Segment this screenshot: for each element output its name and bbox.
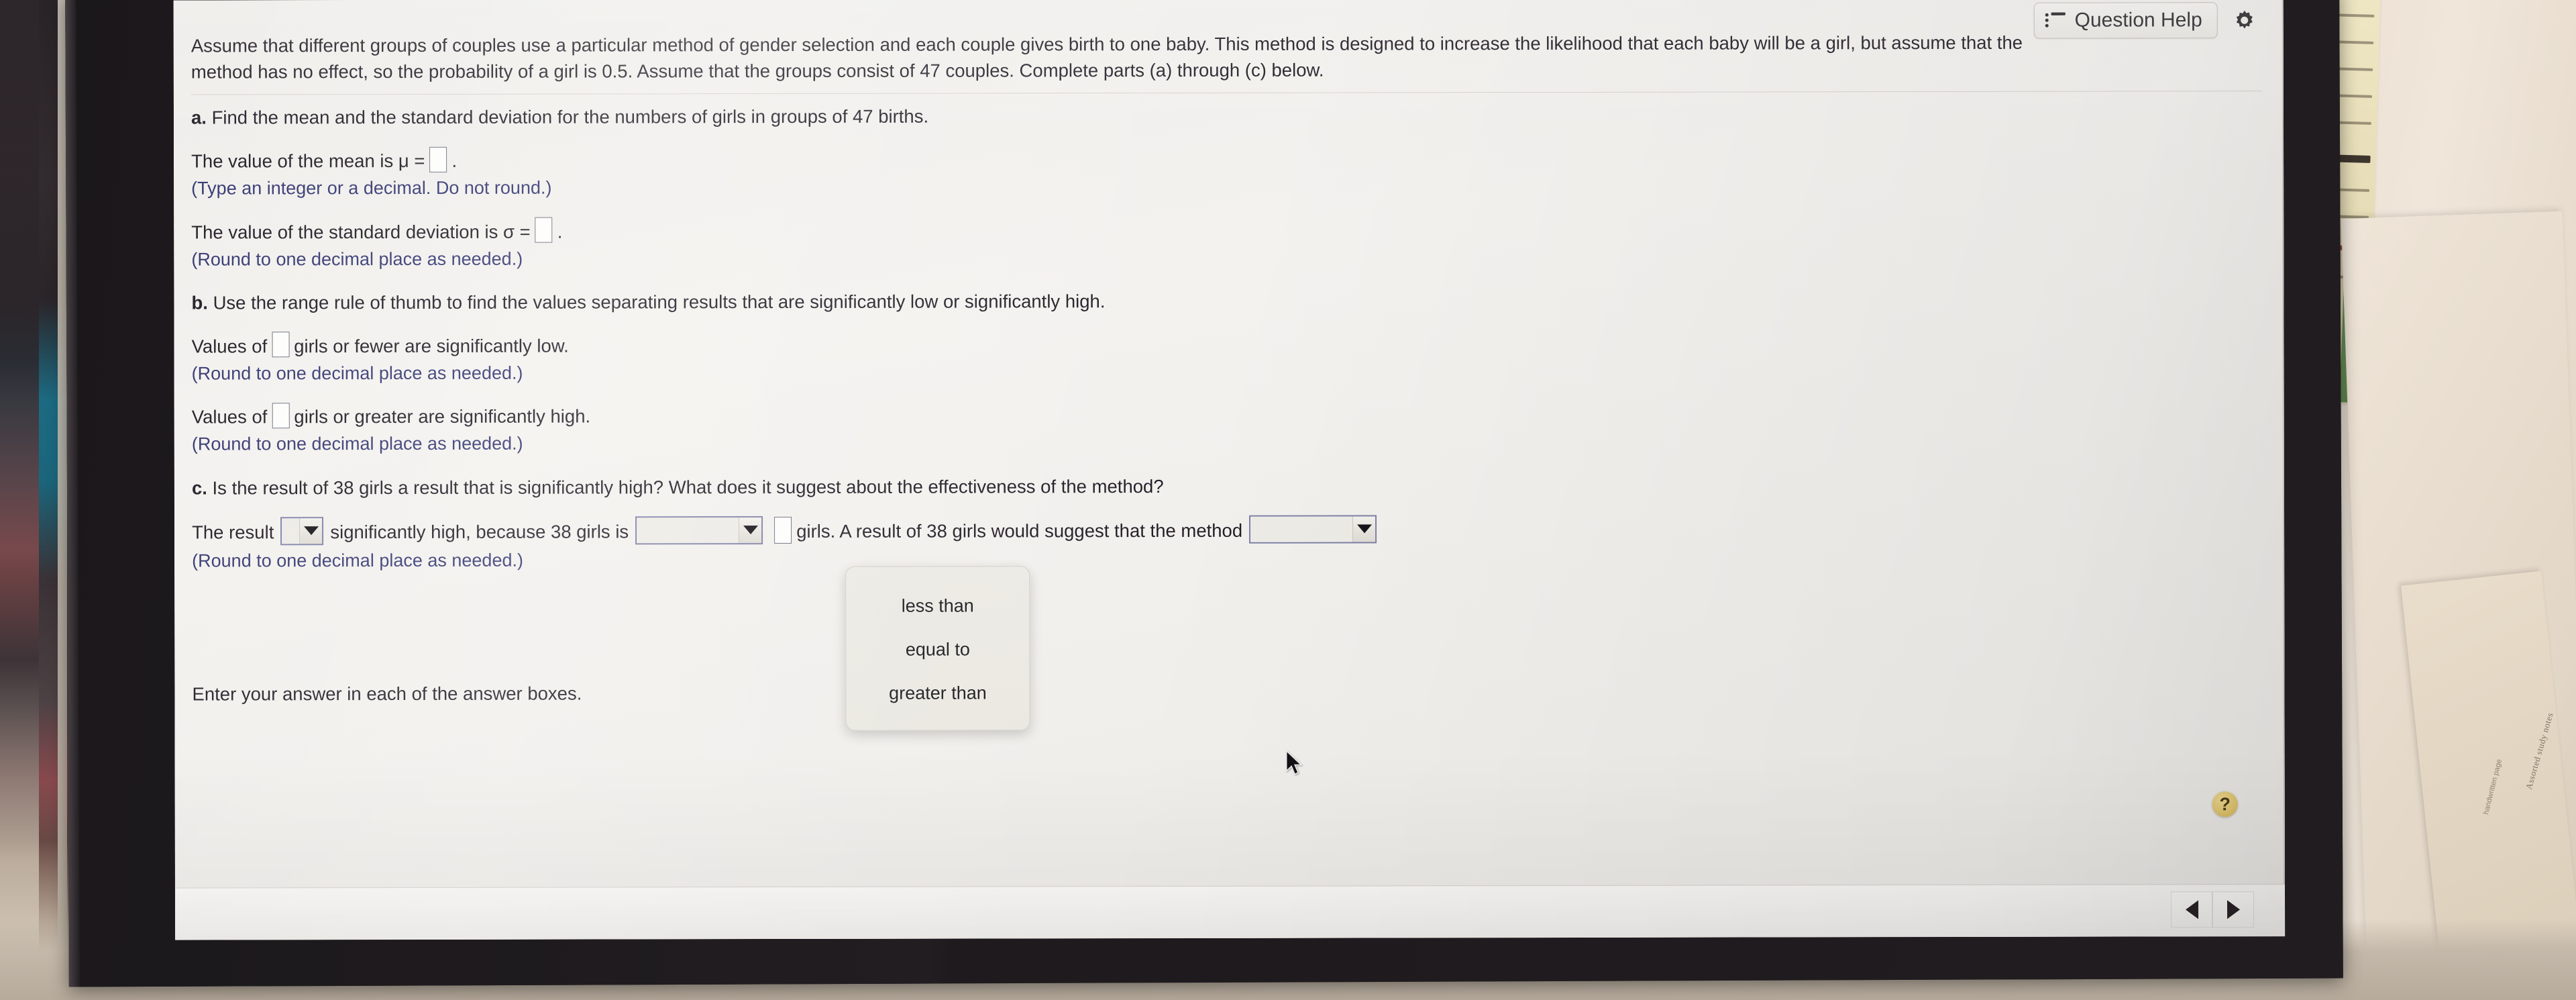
- sd-hint: (Round to one decimal place as needed.): [191, 248, 523, 270]
- part-b-marker: b.: [191, 292, 208, 313]
- mean-input[interactable]: [429, 146, 447, 172]
- question-help-button[interactable]: Question Help: [2033, 2, 2218, 39]
- result-tail-label: girls. A result of 38 girls would sugges…: [796, 520, 1243, 542]
- courseware-app: Question Help Assume that different grou…: [173, 0, 2286, 940]
- part-c-hint: (Round to one decimal place as needed.): [192, 550, 523, 571]
- chevron-down-icon: [1352, 516, 1376, 542]
- is-significant-select-value: [282, 518, 300, 544]
- effectiveness-select-value: [1250, 516, 1353, 542]
- help-badge[interactable]: ?: [2212, 791, 2238, 817]
- right-arrow-icon: [2226, 900, 2240, 919]
- question-body: Assume that different groups of couples …: [191, 29, 2263, 707]
- result-mid-label: significantly high, because 38 girls is: [330, 521, 629, 543]
- part-a-prompt: a. Find the mean and the standard deviat…: [191, 101, 2262, 130]
- mouse-cursor: [1285, 749, 1305, 782]
- question-help-label: Question Help: [2074, 9, 2202, 32]
- photo-scene: Assorted study notes handwritten page Qu…: [0, 0, 2576, 1000]
- low-cutoff-input[interactable]: [272, 332, 290, 358]
- high-suffix-label: girls or greater are significantly high.: [294, 405, 591, 428]
- part-b-high-block: Values of girls or greater are significa…: [192, 400, 2263, 457]
- laptop-bezel: Question Help Assume that different grou…: [65, 0, 2343, 987]
- part-a-marker: a.: [191, 107, 207, 128]
- question-nav-group: [2171, 891, 2255, 928]
- mean-suffix-label: .: [451, 150, 458, 172]
- part-c-answer-line: The result significantly high, because 3…: [192, 515, 2263, 546]
- part-a-text: Find the mean and the standard deviation…: [211, 105, 929, 128]
- laptop-screen: Question Help Assume that different grou…: [173, 0, 2286, 940]
- mean-prefix-label: The value of the mean is μ =: [191, 150, 425, 172]
- high-cutoff-input[interactable]: [272, 403, 290, 429]
- low-suffix-label: girls or fewer are significantly low.: [294, 335, 569, 357]
- part-b-prompt: b. Use the range rule of thumb to find t…: [191, 286, 2262, 315]
- part-b-low-line: Values of girls or fewer are significant…: [192, 330, 2263, 359]
- low-prefix-label: Values of: [191, 336, 268, 357]
- gear-icon[interactable]: [2231, 7, 2258, 34]
- part-a-sd-block: The value of the standard deviation is σ…: [191, 215, 2262, 272]
- footer-toolbar: [174, 884, 2286, 940]
- part-b-high-line: Values of girls or greater are significa…: [192, 400, 2263, 430]
- mean-hint: (Type an integer or a decimal. Do not ro…: [191, 177, 552, 199]
- effectiveness-select[interactable]: [1249, 515, 1377, 544]
- sd-input[interactable]: [535, 217, 553, 243]
- part-c-prompt: c. Is the result of 38 girls a result th…: [192, 471, 2263, 501]
- previous-question-button[interactable]: [2171, 891, 2213, 928]
- comparison-dropdown-menu[interactable]: less than equal to greater than: [845, 566, 1030, 731]
- sd-prefix-label: The value of the standard deviation is σ…: [191, 221, 531, 243]
- part-b-text: Use the range rule of thumb to find the …: [213, 291, 1106, 313]
- part-c-text: Is the result of 38 girls a result that …: [212, 475, 1164, 499]
- comparison-select-value: [637, 517, 739, 544]
- part-b-low-block: Values of girls or fewer are significant…: [192, 330, 2263, 387]
- next-question-button[interactable]: [2212, 891, 2255, 928]
- dropdown-option-equal-to[interactable]: equal to: [846, 628, 1029, 671]
- high-prefix-label: Values of: [191, 406, 268, 428]
- part-c-answer-block: The result significantly high, because 3…: [192, 515, 2263, 574]
- chevron-down-icon: [299, 517, 323, 544]
- dropdown-option-greater-than[interactable]: greater than: [846, 671, 1029, 715]
- question-panel: Question Help Assume that different grou…: [173, 0, 2285, 888]
- answer-instruction: Enter your answer in each of the answer …: [192, 683, 582, 705]
- sd-suffix-label: .: [557, 221, 563, 242]
- background-left-objects-2: [0, 0, 39, 1000]
- part-a-mean-line: The value of the mean is μ = .: [191, 144, 2262, 174]
- left-arrow-icon: [2185, 900, 2198, 919]
- question-intro: Assume that different groups of couples …: [191, 32, 2023, 83]
- question-help-row: Question Help: [2033, 2, 2258, 39]
- part-c-marker: c.: [191, 477, 207, 499]
- threshold-input[interactable]: [774, 516, 792, 544]
- comparison-select[interactable]: [635, 515, 763, 545]
- chevron-down-icon: [739, 517, 762, 543]
- part-a-mean-block: The value of the mean is μ = . (Type an …: [191, 144, 2262, 201]
- result-prefix-label: The result: [192, 521, 274, 543]
- dropdown-option-less-than[interactable]: less than: [846, 584, 1029, 628]
- high-hint: (Round to one decimal place as needed.): [191, 434, 523, 454]
- low-hint: (Round to one decimal place as needed.): [191, 362, 523, 384]
- divider: [191, 91, 2262, 95]
- is-significant-select[interactable]: [280, 516, 324, 546]
- list-icon: [2045, 12, 2065, 29]
- part-a-sd-line: The value of the standard deviation is σ…: [191, 215, 2262, 245]
